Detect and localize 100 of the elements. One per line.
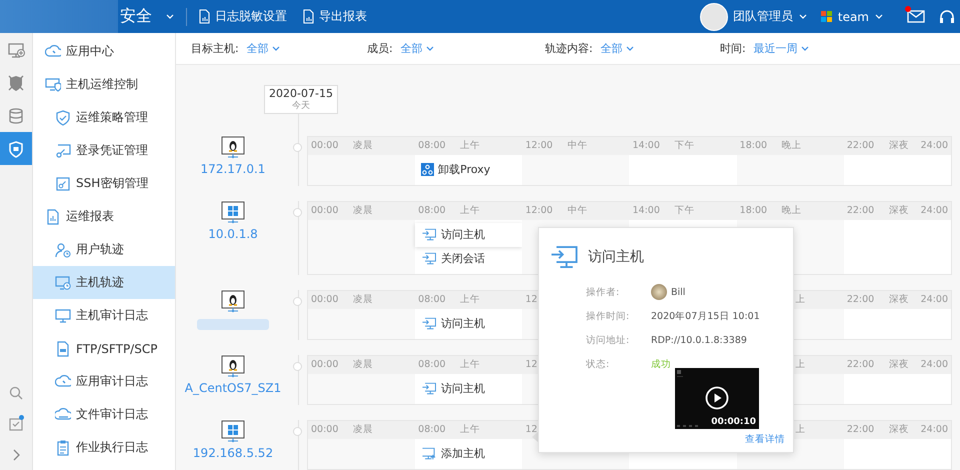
monitor-icon <box>55 308 71 324</box>
mail-icon[interactable] <box>907 10 925 23</box>
event-item[interactable]: 卸载Proxy <box>415 158 522 182</box>
monitor-key-icon <box>55 142 71 158</box>
sidebar-item[interactable]: 文件审计日志 <box>33 398 175 431</box>
toolbar-button[interactable]: 导出报表 <box>301 8 367 25</box>
period-label: 深夜 <box>888 293 909 306</box>
time-label: 08:00 <box>418 205 447 216</box>
filter-label: 成员: <box>367 40 393 56</box>
headset-icon[interactable] <box>939 8 955 24</box>
sidebar-item[interactable]: 主机运维控制 <box>33 68 175 101</box>
linux-host-icon <box>220 290 246 314</box>
period-label: 上午 <box>460 423 480 436</box>
key-icon <box>55 176 71 192</box>
time-label: 00:00 <box>311 359 340 370</box>
time-label: 00:00 <box>311 205 340 216</box>
time-label: 08:00 <box>418 140 447 152</box>
shield-icon <box>7 140 25 158</box>
search-icon[interactable] <box>9 386 23 400</box>
date-caption: 今天 <box>292 100 310 113</box>
event-item[interactable]: 访问主机 <box>415 222 522 247</box>
sidebar-item[interactable]: 运维报表 <box>33 200 175 233</box>
time-label: 18:00 <box>740 140 768 152</box>
time-label: 12 <box>525 424 538 436</box>
event-item[interactable]: 添加主机 <box>415 442 522 466</box>
user-name[interactable]: 团队管理员 <box>732 8 793 25</box>
period-label: 下午 <box>674 139 694 152</box>
time-label: 12:00 <box>525 140 554 152</box>
time-label: 12 <box>525 359 538 370</box>
user-clock-icon <box>55 242 71 258</box>
time-label: 24:00 <box>920 204 948 216</box>
period-label: 上 <box>794 423 806 436</box>
time-label: 00:00 <box>311 140 340 152</box>
document-export-icon <box>301 9 316 24</box>
video-thumbnail[interactable]: 00:00:10 <box>675 368 759 429</box>
caret-icon <box>800 46 809 51</box>
time-label: 14:00 <box>632 140 661 152</box>
period-label: 深夜 <box>888 204 909 218</box>
sidebar-item[interactable]: 应用审计日志 <box>33 365 175 398</box>
team-name[interactable]: team <box>838 10 869 24</box>
popup-title: 访问主机 <box>588 248 644 266</box>
four-squares-icon <box>820 11 832 22</box>
clipboard-icon <box>55 440 71 456</box>
sidebar-item[interactable]: 作业执行日志 <box>33 431 175 464</box>
time-label: 22:00 <box>846 205 876 216</box>
caret-icon <box>272 46 280 51</box>
period-label: 凌晨 <box>353 358 373 372</box>
sidebar-item[interactable]: SSH密钥管理 <box>33 167 175 200</box>
sidebar-item[interactable]: 运维策略管理 <box>33 101 175 134</box>
period-label: 上午 <box>460 139 480 152</box>
avatar <box>651 284 667 300</box>
database-icon <box>7 106 25 124</box>
cloud-wrench-icon <box>45 44 61 60</box>
caret-icon <box>166 14 174 19</box>
sidebar-item[interactable]: FTP/SFTP/SCP <box>33 332 175 365</box>
period-label: 上 <box>794 293 806 306</box>
time-label: 14:00 <box>632 205 661 216</box>
date-text: 2020-07-15 <box>269 86 333 100</box>
windows-host-icon <box>220 420 246 444</box>
sidebar-item[interactable]: 登录凭证管理 <box>33 134 175 167</box>
period-label: 上午 <box>460 293 480 306</box>
sidebar-item[interactable]: 应用中心 <box>33 35 175 68</box>
monitor-arrow-icon <box>421 228 438 242</box>
period-label: 上 <box>794 358 806 372</box>
field-value: 2020年07月15日 10:01 <box>651 310 761 322</box>
time-label: 24:00 <box>920 424 948 435</box>
cloud-wrench-icon <box>55 374 71 390</box>
time-label: 24:00 <box>920 294 948 305</box>
file-icon <box>55 340 71 356</box>
event-item[interactable]: 关闭会话 <box>415 246 522 271</box>
windows-host-icon <box>220 200 246 225</box>
caret-icon <box>626 46 634 51</box>
monitor-arrow-icon <box>421 252 438 266</box>
product-name: 安全 <box>120 6 152 27</box>
report-icon <box>45 208 61 224</box>
time-label: 08:00 <box>418 359 447 370</box>
play-icon[interactable] <box>705 386 729 410</box>
avatar[interactable] <box>700 2 728 30</box>
status-value: 成功 <box>651 358 672 370</box>
field-label: 操作时间: <box>586 310 630 322</box>
field-value: RDP://10.0.1.8:3389 <box>651 334 748 346</box>
monitor-plus-icon <box>421 447 438 460</box>
sidebar-item[interactable]: 主机轨迹 <box>33 266 175 299</box>
expand-icon[interactable] <box>12 448 20 460</box>
caret-icon <box>798 14 807 19</box>
details-link[interactable]: 查看详情 <box>745 433 785 446</box>
field-label: 状态: <box>586 358 610 370</box>
period-label: 深夜 <box>888 358 909 372</box>
sidebar-item[interactable]: 用户轨迹 <box>33 233 175 266</box>
toolbar-button[interactable]: 日志脱敏设置 <box>197 8 287 25</box>
event-item[interactable]: 访问主机 <box>415 376 522 401</box>
shield-check-icon <box>55 110 71 126</box>
time-label: 22:00 <box>846 359 876 370</box>
period-label: 凌晨 <box>353 204 373 218</box>
caret-icon <box>875 14 883 19</box>
period-label: 凌晨 <box>353 423 373 436</box>
event-item[interactable]: 访问主机 <box>415 312 522 336</box>
task-icon[interactable] <box>9 416 23 430</box>
linux-host-icon <box>220 354 246 379</box>
sidebar-item[interactable]: 主机审计日志 <box>33 299 175 332</box>
